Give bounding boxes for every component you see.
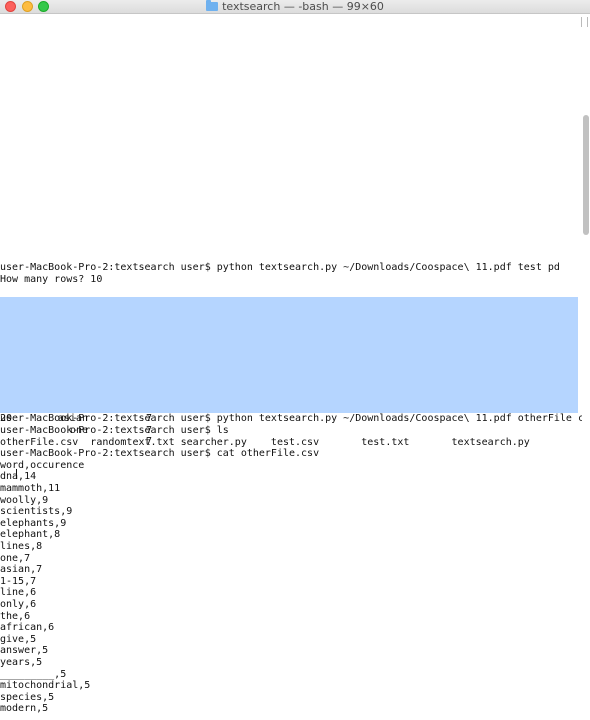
csv-line: only,6 xyxy=(0,599,37,610)
csv-line: word,occurence xyxy=(0,459,85,471)
csv-line: asian,7 xyxy=(0,564,43,576)
table-row: 45 woolly 9 xyxy=(0,320,578,366)
terminal-output[interactable]: user-MacBook-Pro-2:textsearch user$ pyth… xyxy=(0,13,582,720)
csv-line: modern,5 xyxy=(0,703,49,715)
csv-line: answer,5 xyxy=(0,645,49,657)
command-line: user-MacBook-Pro-2:textsearch user$ ls xyxy=(0,425,229,436)
csv-line: dna,14 xyxy=(0,471,37,483)
csv-line: scientists,9 xyxy=(0,506,73,518)
csv-line: lines,8 xyxy=(0,541,43,552)
csv-line: _________,5 xyxy=(0,668,67,680)
scrollbar[interactable] xyxy=(583,115,589,235)
table-row: 83 asian 7 xyxy=(0,389,578,436)
csv-line: give,5 xyxy=(0,633,37,645)
table-row: 91 elephant 8 xyxy=(0,355,578,401)
command-line: user-MacBook-Pro-2:textsearch user$ cat … xyxy=(0,448,320,460)
title-bar: textsearch — -bash — 99×60 xyxy=(0,0,590,14)
command-line: user-MacBook-Pro-2:textsearch user$ pyth… xyxy=(0,413,582,424)
csv-line: 1-15,7 xyxy=(0,575,37,587)
window-title: textsearch — -bash — 99×60 xyxy=(222,0,384,13)
table-row: 29 dna 14 xyxy=(0,297,578,343)
table-row: 84 elephants 9 xyxy=(0,331,578,378)
csv-line: years,5 xyxy=(0,657,43,668)
split-pane-handle[interactable] xyxy=(581,17,588,27)
table-row: 46 mammoth 11 xyxy=(0,308,578,354)
csv-line: the,6 xyxy=(0,610,31,622)
table-row: 20 one 7 xyxy=(0,401,578,447)
table-header: word occurance xyxy=(0,285,582,320)
table-row: 75 scientists 9 xyxy=(0,343,578,389)
csv-line: one,7 xyxy=(0,552,31,564)
csv-line: woolly,9 xyxy=(0,494,49,506)
table-row: 104 lines 8 xyxy=(0,366,578,412)
text-cursor-icon xyxy=(16,469,17,479)
folder-icon xyxy=(206,0,219,11)
csv-line: line,6 xyxy=(0,587,37,599)
csv-line: elephants,9 xyxy=(0,517,67,529)
csv-line: species,5 xyxy=(0,691,55,703)
csv-line: mammoth,11 xyxy=(0,483,61,494)
title-container: textsearch — -bash — 99×60 xyxy=(0,0,590,13)
csv-line: african,6 xyxy=(0,622,55,634)
command-line: user-MacBook-Pro-2:textsearch user$ pyth… xyxy=(0,262,560,273)
csv-line: mitochondrial,5 xyxy=(0,680,91,692)
ls-output: otherFile.csv randomtext.txt searcher.py… xyxy=(0,436,530,448)
table-row: 105 1-15 7 xyxy=(0,378,578,424)
rows-prompt: How many rows? 10 xyxy=(0,274,103,285)
csv-line: elephant,8 xyxy=(0,529,61,541)
